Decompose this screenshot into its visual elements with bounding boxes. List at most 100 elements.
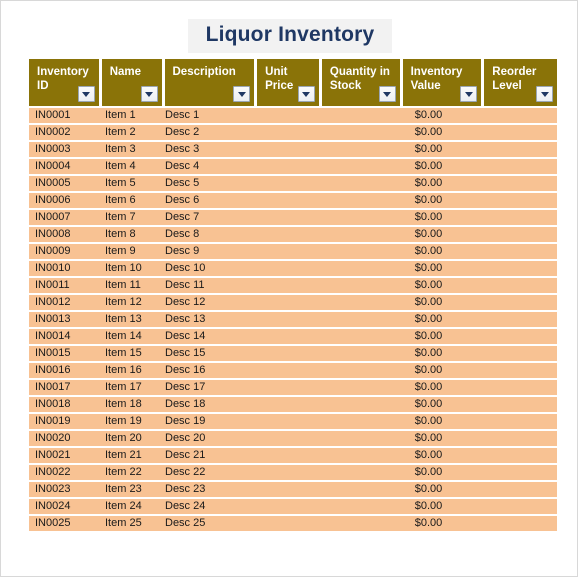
cell-inventory-id[interactable]: IN0005 bbox=[29, 176, 99, 191]
column-header-reorder-level[interactable]: Reorder Level bbox=[484, 59, 557, 106]
cell-inventory-id[interactable]: IN0016 bbox=[29, 363, 99, 378]
table-row[interactable]: IN0015 Item 15 Desc 15 $0.00 bbox=[29, 346, 557, 361]
cell-inventory-value[interactable]: $0.00 bbox=[389, 482, 468, 497]
cell-inventory-value[interactable]: $0.00 bbox=[389, 125, 468, 140]
cell-description[interactable]: Desc 18 bbox=[159, 397, 249, 412]
cell-description[interactable]: Desc 3 bbox=[159, 142, 249, 157]
table-row[interactable]: IN0022 Item 22 Desc 22 $0.00 bbox=[29, 465, 557, 480]
cell-name[interactable]: Item 14 bbox=[99, 329, 159, 344]
filter-dropdown-icon-description[interactable] bbox=[233, 86, 251, 102]
table-row[interactable]: IN0021 Item 21 Desc 21 $0.00 bbox=[29, 448, 557, 463]
cell-inventory-value[interactable]: $0.00 bbox=[389, 159, 468, 174]
cell-name[interactable]: Item 7 bbox=[99, 210, 159, 225]
cell-description[interactable]: Desc 5 bbox=[159, 176, 249, 191]
cell-inventory-id[interactable]: IN0004 bbox=[29, 159, 99, 174]
cell-name[interactable]: Item 21 bbox=[99, 448, 159, 463]
cell-inventory-id[interactable]: IN0014 bbox=[29, 329, 99, 344]
cell-inventory-id[interactable]: IN0024 bbox=[29, 499, 99, 514]
filter-dropdown-icon-reorder-level[interactable] bbox=[536, 86, 553, 102]
cell-inventory-value[interactable]: $0.00 bbox=[389, 210, 468, 225]
cell-name[interactable]: Item 18 bbox=[99, 397, 159, 412]
cell-inventory-value[interactable]: $0.00 bbox=[389, 244, 468, 259]
column-header-inventory-id[interactable]: Inventory ID bbox=[29, 59, 99, 106]
table-row[interactable]: IN0017 Item 17 Desc 17 $0.00 bbox=[29, 380, 557, 395]
table-row[interactable]: IN0020 Item 20 Desc 20 $0.00 bbox=[29, 431, 557, 446]
cell-description[interactable]: Desc 12 bbox=[159, 295, 249, 310]
cell-description[interactable]: Desc 1 bbox=[159, 108, 249, 123]
table-row[interactable]: IN0011 Item 11 Desc 11 $0.00 bbox=[29, 278, 557, 293]
cell-inventory-id[interactable]: IN0003 bbox=[29, 142, 99, 157]
filter-dropdown-icon-quantity-in-stock[interactable] bbox=[378, 86, 396, 102]
table-row[interactable]: IN0003 Item 3 Desc 3 $0.00 bbox=[29, 142, 557, 157]
table-row[interactable]: IN0004 Item 4 Desc 4 $0.00 bbox=[29, 159, 557, 174]
filter-dropdown-icon-name[interactable] bbox=[140, 86, 158, 102]
cell-inventory-id[interactable]: IN0019 bbox=[29, 414, 99, 429]
cell-description[interactable]: Desc 25 bbox=[159, 516, 249, 531]
cell-name[interactable]: Item 25 bbox=[99, 516, 159, 531]
cell-name[interactable]: Item 4 bbox=[99, 159, 159, 174]
cell-inventory-value[interactable]: $0.00 bbox=[389, 397, 468, 412]
cell-inventory-value[interactable]: $0.00 bbox=[389, 363, 468, 378]
table-row[interactable]: IN0006 Item 6 Desc 6 $0.00 bbox=[29, 193, 557, 208]
cell-description[interactable]: Desc 21 bbox=[159, 448, 249, 463]
cell-description[interactable]: Desc 6 bbox=[159, 193, 249, 208]
cell-name[interactable]: Item 19 bbox=[99, 414, 159, 429]
cell-description[interactable]: Desc 23 bbox=[159, 482, 249, 497]
table-row[interactable]: IN0016 Item 16 Desc 16 $0.00 bbox=[29, 363, 557, 378]
cell-inventory-value[interactable]: $0.00 bbox=[389, 261, 468, 276]
filter-dropdown-icon-unit-price[interactable] bbox=[297, 86, 315, 102]
cell-description[interactable]: Desc 4 bbox=[159, 159, 249, 174]
cell-inventory-id[interactable]: IN0021 bbox=[29, 448, 99, 463]
table-row[interactable]: IN0025 Item 25 Desc 25 $0.00 bbox=[29, 516, 557, 531]
cell-name[interactable]: Item 2 bbox=[99, 125, 159, 140]
cell-inventory-value[interactable]: $0.00 bbox=[389, 295, 468, 310]
table-row[interactable]: IN0008 Item 8 Desc 8 $0.00 bbox=[29, 227, 557, 242]
column-header-unit-price[interactable]: Unit Price bbox=[257, 59, 319, 106]
cell-inventory-value[interactable]: $0.00 bbox=[389, 380, 468, 395]
cell-name[interactable]: Item 23 bbox=[99, 482, 159, 497]
cell-name[interactable]: Item 16 bbox=[99, 363, 159, 378]
table-row[interactable]: IN0010 Item 10 Desc 10 $0.00 bbox=[29, 261, 557, 276]
table-row[interactable]: IN0007 Item 7 Desc 7 $0.00 bbox=[29, 210, 557, 225]
cell-name[interactable]: Item 24 bbox=[99, 499, 159, 514]
cell-inventory-value[interactable]: $0.00 bbox=[389, 278, 468, 293]
table-row[interactable]: IN0013 Item 13 Desc 13 $0.00 bbox=[29, 312, 557, 327]
cell-inventory-value[interactable]: $0.00 bbox=[389, 312, 468, 327]
cell-description[interactable]: Desc 13 bbox=[159, 312, 249, 327]
column-header-inventory-value[interactable]: Inventory Value bbox=[402, 59, 482, 106]
table-row[interactable]: IN0018 Item 18 Desc 18 $0.00 bbox=[29, 397, 557, 412]
cell-inventory-id[interactable]: IN0006 bbox=[29, 193, 99, 208]
cell-inventory-value[interactable]: $0.00 bbox=[389, 329, 468, 344]
cell-name[interactable]: Item 1 bbox=[99, 108, 159, 123]
cell-inventory-id[interactable]: IN0009 bbox=[29, 244, 99, 259]
cell-inventory-id[interactable]: IN0022 bbox=[29, 465, 99, 480]
cell-description[interactable]: Desc 8 bbox=[159, 227, 249, 242]
cell-description[interactable]: Desc 20 bbox=[159, 431, 249, 446]
cell-inventory-id[interactable]: IN0013 bbox=[29, 312, 99, 327]
cell-inventory-value[interactable]: $0.00 bbox=[389, 516, 468, 531]
column-header-description[interactable]: Description bbox=[164, 59, 255, 106]
cell-name[interactable]: Item 13 bbox=[99, 312, 159, 327]
cell-inventory-value[interactable]: $0.00 bbox=[389, 346, 468, 361]
cell-inventory-id[interactable]: IN0002 bbox=[29, 125, 99, 140]
column-header-quantity-in-stock[interactable]: Quantity in Stock bbox=[321, 59, 400, 106]
cell-description[interactable]: Desc 14 bbox=[159, 329, 249, 344]
filter-dropdown-icon-inventory-value[interactable] bbox=[460, 86, 478, 102]
cell-description[interactable]: Desc 2 bbox=[159, 125, 249, 140]
cell-description[interactable]: Desc 7 bbox=[159, 210, 249, 225]
cell-name[interactable]: Item 8 bbox=[99, 227, 159, 242]
cell-description[interactable]: Desc 19 bbox=[159, 414, 249, 429]
cell-inventory-value[interactable]: $0.00 bbox=[389, 193, 468, 208]
cell-description[interactable]: Desc 11 bbox=[159, 278, 249, 293]
cell-description[interactable]: Desc 16 bbox=[159, 363, 249, 378]
cell-name[interactable]: Item 3 bbox=[99, 142, 159, 157]
cell-name[interactable]: Item 22 bbox=[99, 465, 159, 480]
cell-inventory-value[interactable]: $0.00 bbox=[389, 227, 468, 242]
cell-name[interactable]: Item 12 bbox=[99, 295, 159, 310]
cell-inventory-id[interactable]: IN0008 bbox=[29, 227, 99, 242]
table-row[interactable]: IN0009 Item 9 Desc 9 $0.00 bbox=[29, 244, 557, 259]
cell-inventory-id[interactable]: IN0017 bbox=[29, 380, 99, 395]
cell-inventory-id[interactable]: IN0007 bbox=[29, 210, 99, 225]
cell-name[interactable]: Item 11 bbox=[99, 278, 159, 293]
cell-inventory-id[interactable]: IN0010 bbox=[29, 261, 99, 276]
